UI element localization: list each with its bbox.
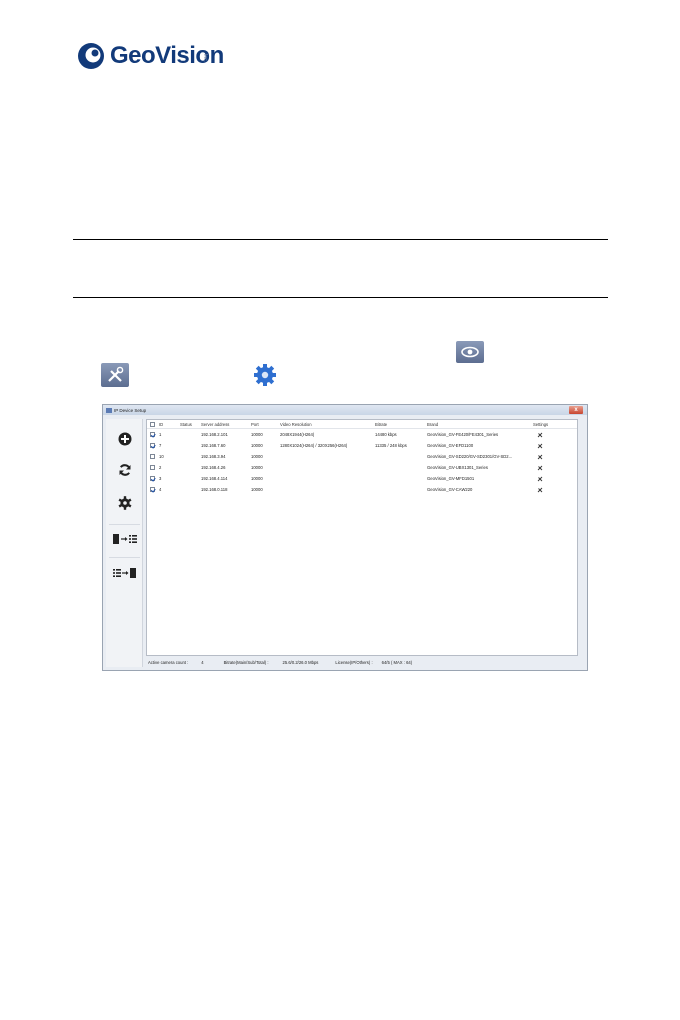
cell-brand: GeoVision_GV-MFD1501 [427, 476, 475, 481]
row-checkbox[interactable] [149, 432, 155, 437]
row-settings-tools-icon[interactable] [537, 476, 543, 482]
export-from-list-icon [112, 568, 136, 578]
device-rows: 1 192.168.2.101 10000 2048X1944(H264) 14480 … [147, 429, 577, 495]
header-id[interactable]: ID [157, 422, 180, 427]
cell-brand: GeoVision_GV-SD220/GV-SD2301/GV-SD2... [427, 454, 513, 459]
table-header: ID Status Server address Port Video Reso… [147, 420, 577, 429]
logo-sub: Inc. [202, 54, 208, 63]
cell-settings [533, 454, 563, 460]
cell-port: 10000 [251, 443, 263, 448]
window-close-button[interactable]: x [569, 406, 583, 414]
cell-port: 10000 [251, 487, 263, 492]
row-checkbox[interactable] [149, 487, 155, 492]
row-checkbox[interactable] [149, 465, 155, 470]
cell-server-address: 192.168.0.118 [201, 487, 228, 492]
eye-icon [456, 341, 484, 363]
cell-port: 10000 [251, 454, 263, 459]
cell-device-id: 2 [159, 465, 162, 470]
tools-icon [101, 363, 129, 387]
ip-device-setup-window: IP Device Setup x ID Status Server addre… [102, 404, 588, 671]
export-list-button[interactable] [106, 559, 143, 587]
active-camera-value: 4 [201, 659, 204, 665]
row-settings-tools-icon[interactable] [537, 465, 543, 471]
row-settings-tools-icon[interactable] [537, 432, 543, 438]
cell-device-id: 10 [159, 454, 164, 459]
cell-port: 10000 [251, 465, 263, 470]
cell-brand: GeoVision_GV-EFD1100 [427, 443, 474, 448]
blue-gear-icon [254, 363, 276, 387]
cell-port: 10000 [251, 476, 263, 481]
bitrate-value: 25.6/0.2/26.0 Mbps [282, 659, 319, 665]
cell-server-address: 192.168.3.94 [201, 454, 226, 459]
license-value: 64/5 ( MAX : 64) [381, 659, 413, 665]
header-settings[interactable]: Settings [533, 422, 563, 427]
add-icon [118, 432, 131, 446]
cell-port: 10000 [251, 432, 263, 437]
select-all-checkbox[interactable] [149, 421, 155, 427]
active-camera-label: Active camera count : [148, 659, 189, 665]
window-titlebar: IP Device Setup x [103, 405, 587, 415]
cell-brand: GeoVision_GV-UBX1301_Series [427, 465, 488, 470]
table-row[interactable]: 7 192.168.7.60 10000 1280X1024(H264) / 320X… [147, 440, 577, 451]
header-video-resolution[interactable]: Video Resolution [280, 422, 375, 427]
row-checkbox[interactable] [149, 476, 155, 481]
license-label: License(IP/Others) : [335, 659, 373, 665]
status-bar: Active camera count : 4 Bitrate(Main/Sub… [146, 657, 578, 667]
table-row[interactable]: 10 192.168.3.94 10000 GeoVision_GV-SD220/GV… [147, 451, 577, 462]
window-app-icon [106, 407, 112, 413]
cell-settings [533, 465, 563, 471]
settings-gear-icon [118, 496, 131, 510]
cell-server-address: 192.168.2.101 [201, 432, 228, 437]
note-top-rule [73, 239, 608, 240]
table-row[interactable]: 4 192.168.0.118 10000 GeoVision_GV-CAW220 [147, 484, 577, 495]
table-row[interactable]: 2 192.168.4.26 10000 GeoVision_GV-UBX1301_S… [147, 462, 577, 473]
row-settings-tools-icon[interactable] [537, 487, 543, 493]
import-list-button[interactable] [106, 525, 143, 553]
cell-settings [533, 443, 563, 449]
settings-button[interactable] [106, 489, 143, 517]
cell-bitrate: 14480 kbps [375, 432, 397, 437]
sidebar-divider [109, 557, 140, 558]
header-bitrate[interactable]: Bitrate [375, 422, 427, 427]
cell-bitrate: 11335 / 248 kbps [375, 443, 407, 448]
cell-settings [533, 487, 563, 493]
row-checkbox[interactable] [149, 443, 155, 448]
row-checkbox[interactable] [149, 454, 155, 459]
row-settings-tools-icon[interactable] [537, 454, 543, 460]
cell-device-id: 4 [159, 487, 162, 492]
refresh-button[interactable] [106, 456, 143, 484]
toolbar-sidebar [106, 419, 143, 667]
device-list-panel: ID Status Server address Port Video Reso… [146, 419, 578, 656]
window-title: IP Device Setup [114, 407, 147, 413]
cell-settings [533, 432, 563, 438]
import-to-list-icon [112, 534, 137, 544]
cell-video-resolution: 1280X1024(H264) / 320X256(H264) [280, 443, 348, 448]
cell-brand: GeoVision_GV-CAW220 [427, 487, 473, 492]
cell-device-id: 7 [159, 443, 162, 448]
cell-settings [533, 476, 563, 482]
header-server-address[interactable]: Server address [201, 422, 251, 427]
cell-server-address: 192.168.4.114 [201, 476, 228, 481]
cell-device-id: 1 [159, 432, 162, 437]
table-row[interactable]: 3 192.168.4.114 10000 GeoVision_GV-MFD1501 [147, 473, 577, 484]
add-device-button[interactable] [106, 425, 143, 453]
geovision-logo-mark-icon [78, 43, 104, 69]
cell-video-resolution: 2048X1944(H264) [280, 432, 315, 437]
cell-server-address: 192.168.4.26 [201, 465, 226, 470]
cell-brand: GeoVision_GV-FE420/FE4301_Series [427, 432, 499, 437]
refresh-icon [119, 464, 130, 476]
cell-server-address: 192.168.7.60 [201, 443, 226, 448]
row-settings-tools-icon[interactable] [537, 443, 543, 449]
cell-device-id: 3 [159, 476, 162, 481]
header-status[interactable]: Status [180, 422, 201, 427]
table-row[interactable]: 1 192.168.2.101 10000 2048X1944(H264) 14480 … [147, 429, 577, 440]
header-port[interactable]: Port [251, 422, 280, 427]
header-brand[interactable]: Brand [427, 422, 533, 427]
note-bottom-rule [73, 297, 608, 298]
bitrate-label: Bitrate(Main/Sub/Total) : [223, 659, 269, 665]
